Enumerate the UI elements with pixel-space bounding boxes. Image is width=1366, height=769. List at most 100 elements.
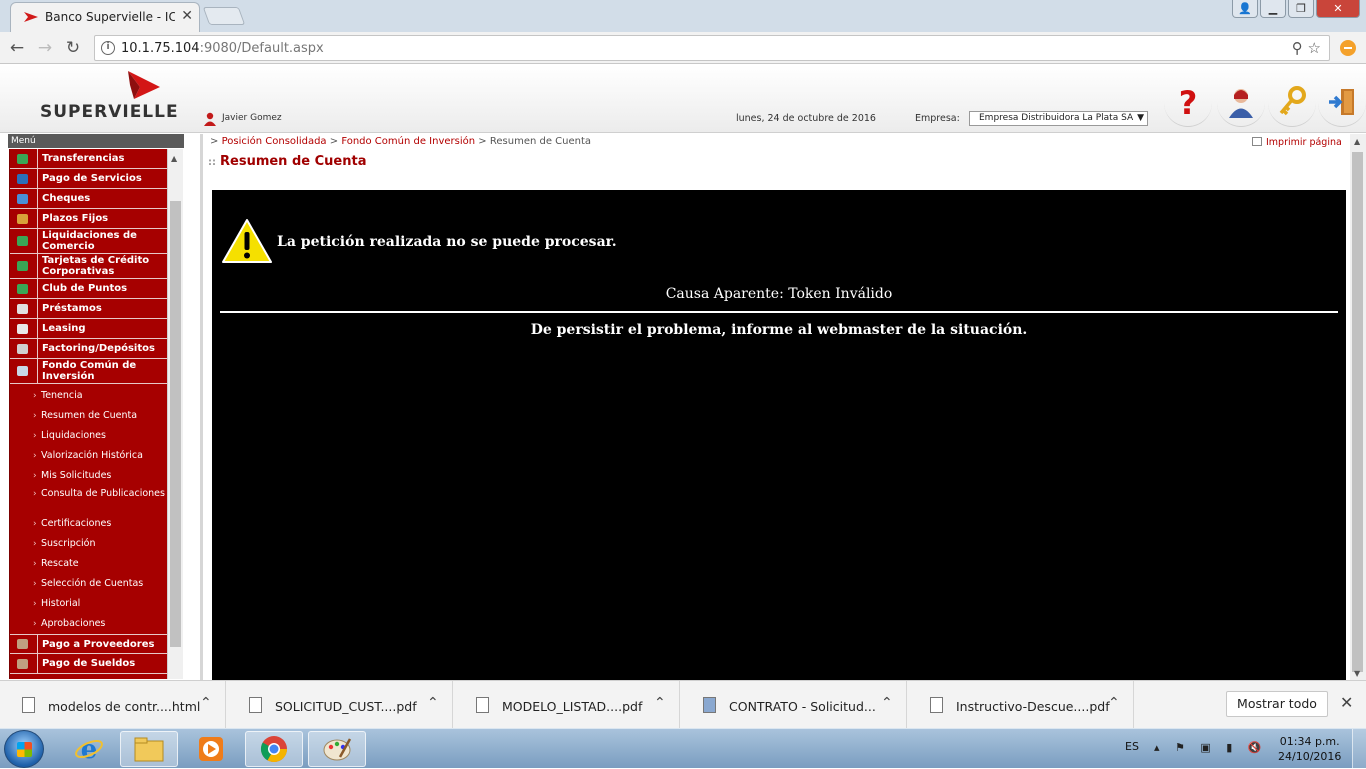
submenu-item-liquidaciones[interactable]: › Liquidaciones — [10, 426, 167, 446]
submenu-label: Resumen de Cuenta — [41, 410, 138, 421]
menu-scroll-thumb[interactable] — [170, 201, 181, 647]
menu-item-leasing[interactable]: Leasing — [10, 319, 167, 339]
menu-item-label: Club de Puntos — [42, 283, 128, 294]
url-path: :9080/Default.aspx — [199, 41, 324, 56]
download-filename: MODELO_LISTAD....pdf — [502, 699, 643, 714]
breadcrumb-link-fondo-comun[interactable]: Fondo Común de Inversión — [341, 136, 475, 147]
download-item[interactable]: CONTRATO - Solicitud... ⌃ — [681, 681, 907, 729]
windows-taskbar: e ES ▴ ⚑ ▣ ▮ 🔇 01:34 p.m. 24/10/2016 — [0, 728, 1366, 769]
close-window-button[interactable]: ✕ — [1316, 0, 1360, 18]
content-scrollbar[interactable]: ▲ ▼ — [1350, 134, 1366, 680]
svg-text:?: ? — [1179, 85, 1198, 119]
input-language[interactable]: ES — [1125, 740, 1139, 753]
support-button[interactable] — [1217, 77, 1265, 127]
reload-icon[interactable]: ↻ — [62, 37, 84, 59]
menu-item-factoring-depositos[interactable]: Factoring/Depósitos — [10, 339, 167, 359]
url-text[interactable]: 10.1.75.104:9080/Default.aspx — [121, 41, 324, 56]
chevron-up-icon[interactable]: ⌃ — [881, 695, 893, 711]
download-item[interactable]: SOLICITUD_CUST....pdf ⌃ — [227, 681, 453, 729]
taskbar-file-explorer[interactable] — [120, 731, 178, 767]
address-bar[interactable]: i 10.1.75.104:9080/Default.aspx ⚲ ☆ — [94, 35, 1330, 61]
print-page-link[interactable]: Imprimir página — [1252, 137, 1342, 148]
submenu-item-suscripcion[interactable]: › Suscripción — [10, 534, 167, 554]
menu-item-pago-de-servicios[interactable]: Pago de Servicios — [10, 169, 167, 189]
taskbar-media-player[interactable] — [182, 731, 240, 767]
submenu-item-rescate[interactable]: › Rescate — [10, 554, 167, 574]
menu-item-tarjetas-de-credito[interactable]: Tarjetas de Crédito Corporativas — [10, 254, 167, 279]
download-item[interactable]: modelos de contr....html ⌃ — [0, 681, 226, 729]
taskbar-paint[interactable] — [308, 731, 366, 767]
empresa-select[interactable]: Empresa Distribuidora La Plata SA ▼ — [969, 111, 1148, 126]
close-icon[interactable]: ✕ — [1340, 693, 1353, 712]
submenu-item-seleccion-de-cuentas[interactable]: › Selección de Cuentas — [10, 574, 167, 594]
supervielle-favicon-icon — [24, 12, 38, 22]
taskbar-clock[interactable]: 01:34 p.m. 24/10/2016 — [1278, 734, 1341, 764]
submenu-label: Suscripción — [41, 538, 96, 549]
taskbar-chrome[interactable] — [245, 731, 303, 767]
breadcrumb-separator: > — [210, 136, 219, 147]
chevron-up-icon[interactable]: ⌃ — [427, 695, 439, 711]
extension-icon[interactable] — [1340, 40, 1356, 56]
breadcrumb-separator: > — [329, 136, 339, 147]
start-button[interactable] — [4, 730, 44, 768]
supervielle-logo-icon — [128, 71, 160, 99]
chevron-up-icon[interactable]: ⌃ — [1108, 695, 1120, 711]
submenu-label: Selección de Cuentas — [41, 578, 144, 589]
scroll-down-icon[interactable]: ▼ — [1354, 669, 1360, 678]
chevron-right-icon: › — [33, 489, 37, 499]
tab-close-icon[interactable]: ✕ — [181, 8, 193, 24]
menu-item-cheques[interactable]: Cheques — [10, 189, 167, 209]
chevron-right-icon: › — [33, 579, 37, 589]
menu-item-pago-de-sueldos[interactable]: Pago de Sueldos — [10, 654, 167, 674]
forward-arrow-icon[interactable]: → — [34, 37, 56, 59]
submenu-item-resumen-de-cuenta[interactable]: › Resumen de Cuenta — [10, 406, 167, 426]
menu-scrollbar[interactable]: ▲ — [167, 149, 183, 679]
page-title: :: Resumen de Cuenta — [208, 154, 366, 169]
menu-item-plazos-fijos[interactable]: Plazos Fijos — [10, 209, 167, 229]
menu-item-club-de-puntos[interactable]: Club de Puntos — [10, 279, 167, 299]
chevron-up-icon[interactable]: ⌃ — [654, 695, 666, 711]
show-all-downloads-button[interactable]: Mostrar todo — [1226, 691, 1328, 717]
logo-text: SUPERVIELLE — [40, 102, 179, 122]
key-button[interactable] — [1268, 77, 1316, 127]
help-button[interactable]: ? — [1164, 77, 1212, 127]
chevron-right-icon: › — [33, 451, 37, 461]
system-tray-icons[interactable]: ▴ ⚑ ▣ ▮ 🔇 — [1154, 741, 1268, 754]
browser-tab[interactable]: Banco Supervielle - IC-Ba ✕ — [10, 2, 200, 32]
logout-button[interactable] — [1318, 77, 1366, 127]
menu-item-pago-a-proveedores[interactable]: Pago a Proveedores — [10, 634, 167, 654]
submenu-item-historial[interactable]: › Historial — [10, 594, 167, 614]
new-tab-button[interactable] — [202, 7, 246, 25]
minimize-button[interactable]: ▁ — [1260, 0, 1286, 18]
bookmark-star-icon[interactable]: ⚲ ☆ — [1292, 39, 1321, 57]
download-item[interactable]: MODELO_LISTAD....pdf ⌃ — [454, 681, 680, 729]
submenu-item-certificaciones[interactable]: › Certificaciones — [10, 514, 167, 534]
menu-item-fondo-comun-de-inversion[interactable]: Fondo Común de Inversión — [10, 359, 167, 384]
leasing-icon — [17, 323, 28, 334]
show-desktop-button[interactable] — [1352, 729, 1366, 769]
content-scroll-thumb[interactable] — [1352, 152, 1363, 672]
scroll-up-icon[interactable]: ▲ — [1354, 137, 1360, 146]
user-profile-button[interactable]: 👤 — [1232, 0, 1258, 18]
site-info-icon[interactable]: i — [101, 41, 115, 55]
menu-item-prestamos[interactable]: Préstamos — [10, 299, 167, 319]
scroll-up-icon[interactable]: ▲ — [171, 154, 177, 163]
download-item[interactable]: Instructivo-Descue....pdf ⌃ — [908, 681, 1134, 729]
salary-icon — [17, 658, 28, 669]
submenu-item-aprobaciones[interactable]: › Aprobaciones — [10, 614, 167, 634]
back-arrow-icon[interactable]: ← — [6, 37, 28, 59]
submenu-item-consulta-de-publicaciones[interactable]: › Consulta de Publicaciones — [10, 486, 167, 514]
download-bar: modelos de contr....html ⌃ SOLICITUD_CUS… — [0, 680, 1366, 729]
submenu-item-tenencia[interactable]: › Tenencia — [10, 386, 167, 406]
breadcrumb-link-posicion-consolidada[interactable]: Posición Consolidada — [222, 136, 327, 147]
taskbar-internet-explorer[interactable]: e — [60, 731, 118, 767]
menu-item-transferencias[interactable]: Transferencias — [10, 149, 167, 169]
empresa-select-value: Empresa Distribuidora La Plata SA — [979, 113, 1134, 123]
menu-item-label: Factoring/Depósitos — [42, 343, 155, 354]
maximize-button[interactable]: ❐ — [1288, 0, 1314, 18]
menu-item-liquidaciones-de-comercio[interactable]: Liquidaciones de Comercio — [10, 229, 167, 254]
submenu-item-mis-solicitudes[interactable]: › Mis Solicitudes — [10, 466, 167, 486]
page-title-text: Resumen de Cuenta — [220, 154, 367, 169]
chevron-up-icon[interactable]: ⌃ — [200, 695, 212, 711]
submenu-item-valorizacion-historica[interactable]: › Valorización Histórica — [10, 446, 167, 466]
